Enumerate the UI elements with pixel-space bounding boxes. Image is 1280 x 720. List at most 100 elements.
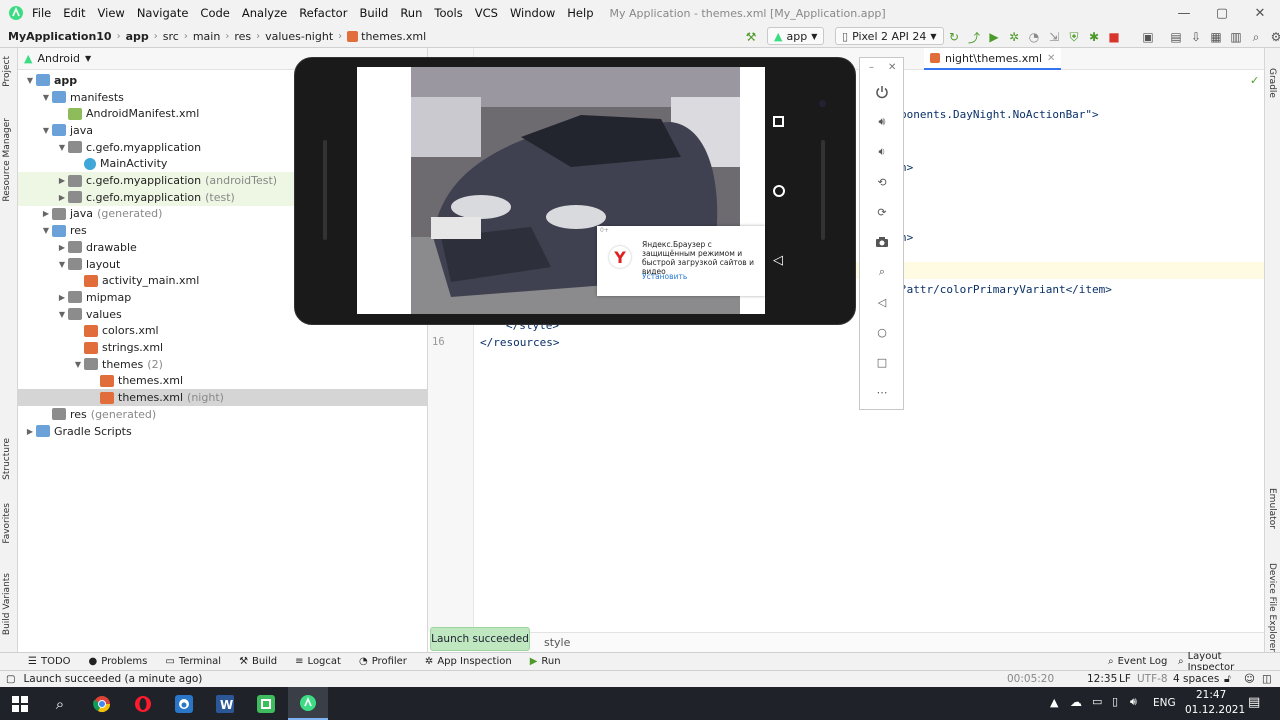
- android-studio-taskbar-icon[interactable]: [288, 687, 328, 720]
- tool-app-inspection[interactable]: ✲ App Inspection: [417, 656, 522, 667]
- sdk-manager-icon[interactable]: ⇩: [1187, 28, 1205, 46]
- tree-item-themes-xml[interactable]: themes.xml (night): [18, 389, 428, 406]
- tree-item-colors-xml[interactable]: colors.xml: [18, 323, 428, 340]
- breadcrumb-app[interactable]: app: [123, 30, 152, 43]
- gradle-tool-tab[interactable]: Gradle: [1267, 68, 1277, 98]
- device-manager-icon[interactable]: ▤: [1167, 28, 1185, 46]
- status-panel-icon[interactable]: ▢: [6, 674, 15, 685]
- home-icon[interactable]: ○: [872, 322, 892, 342]
- keyboard-language[interactable]: ENG: [1153, 697, 1176, 709]
- onedrive-icon[interactable]: ☁: [1070, 695, 1082, 709]
- menu-tools[interactable]: Tools: [428, 0, 468, 26]
- smiley-feedback-icon[interactable]: ☺: [1244, 673, 1255, 685]
- chevron-right-icon[interactable]: ▶: [56, 193, 68, 202]
- back-icon[interactable]: ◁: [872, 292, 892, 312]
- file-encoding[interactable]: UTF-8: [1137, 673, 1168, 685]
- caret-position[interactable]: 12:35: [1087, 673, 1117, 685]
- device-file-explorer-tool-tab[interactable]: Device File Explorer: [1267, 563, 1277, 652]
- emulator-minimize-icon[interactable]: –: [869, 62, 874, 73]
- zoom-icon[interactable]: ⌕: [872, 262, 892, 282]
- breadcrumb-src[interactable]: src: [160, 30, 182, 43]
- avd-manager-icon[interactable]: ▦: [1207, 28, 1225, 46]
- build-variants-tool-tab[interactable]: Build Variants: [2, 573, 12, 635]
- tab-themes-night[interactable]: night\themes.xml ✕: [924, 48, 1062, 70]
- project-structure-icon[interactable]: ▣: [1139, 28, 1157, 46]
- volume-down-icon[interactable]: 🔉︎: [872, 142, 892, 162]
- settings-icon[interactable]: ⚙: [1267, 28, 1280, 46]
- opera-icon[interactable]: [123, 687, 163, 720]
- build-hammer-icon[interactable]: ⚒: [742, 28, 760, 46]
- close-tab-icon[interactable]: ✕: [1047, 53, 1055, 64]
- notifications-icon[interactable]: ▤: [1248, 695, 1260, 710]
- resource-manager-tool-tab[interactable]: Resource Manager: [2, 118, 12, 202]
- ad-install-button[interactable]: Установить: [642, 272, 687, 281]
- breadcrumb-res[interactable]: res: [231, 30, 254, 43]
- volume-icon[interactable]: 🔊︎: [1130, 695, 1137, 709]
- chevron-down-icon[interactable]: ▼: [40, 126, 52, 135]
- more-options-icon[interactable]: ⋯: [872, 382, 892, 402]
- stop-icon[interactable]: ■: [1105, 28, 1123, 46]
- breadcrumb-file[interactable]: themes.xml: [344, 30, 429, 43]
- project-view-select[interactable]: Android: [37, 52, 80, 65]
- line-separator[interactable]: LF: [1119, 673, 1131, 685]
- structure-tool-tab[interactable]: Structure: [2, 438, 12, 480]
- debug-attach-icon[interactable]: ✱: [1085, 28, 1103, 46]
- network-icon[interactable]: ▯: [1112, 695, 1118, 708]
- apply-changes-icon[interactable]: ⤴: [965, 28, 983, 46]
- chevron-down-icon[interactable]: ▼: [40, 226, 52, 235]
- project-tool-tab[interactable]: Project: [2, 56, 12, 87]
- tool-profiler[interactable]: ◔ Profiler: [351, 656, 417, 667]
- volume-up-icon[interactable]: 🔊︎: [872, 112, 892, 132]
- layout-inspector-icon[interactable]: ▥: [1227, 28, 1245, 46]
- tree-item-gradle-scripts[interactable]: ▶ Gradle Scripts: [18, 423, 428, 440]
- word-icon[interactable]: W: [205, 687, 245, 720]
- tree-item-res[interactable]: res (generated): [18, 406, 428, 423]
- menu-navigate[interactable]: Navigate: [131, 0, 195, 26]
- menu-run[interactable]: Run: [394, 0, 428, 26]
- battery-icon[interactable]: ▭: [1092, 695, 1102, 708]
- menu-analyze[interactable]: Analyze: [236, 0, 293, 26]
- windows-start-icon[interactable]: [0, 687, 40, 720]
- breadcrumb-project[interactable]: MyApplication10: [0, 30, 115, 43]
- tree-item-strings-xml[interactable]: strings.xml: [18, 339, 428, 356]
- chevron-down-icon[interactable]: ▼: [24, 76, 36, 85]
- profile-icon[interactable]: ◔: [1025, 28, 1043, 46]
- chevron-right-icon[interactable]: ▶: [40, 209, 52, 218]
- memory-indicator-icon[interactable]: ◫: [1262, 673, 1272, 685]
- screenshot-camera-icon[interactable]: [872, 232, 892, 252]
- menu-code[interactable]: Code: [194, 0, 235, 26]
- tool-run[interactable]: ▶ Run: [522, 656, 571, 667]
- emulator-tool-tab[interactable]: Emulator: [1267, 488, 1277, 529]
- recents-nav-icon[interactable]: [773, 116, 784, 127]
- tool-build[interactable]: ⚒ Build: [231, 656, 287, 667]
- menu-window[interactable]: Window: [504, 0, 561, 26]
- back-nav-icon[interactable]: ◁: [773, 253, 783, 268]
- tool-event-log[interactable]: ⌕ Event Log: [1100, 656, 1177, 667]
- overview-icon[interactable]: □: [872, 352, 892, 372]
- rerun-icon[interactable]: ↻: [945, 28, 963, 46]
- tool-todo[interactable]: ☰ TODO: [0, 656, 81, 667]
- attach-debugger-icon[interactable]: ⇲: [1045, 28, 1063, 46]
- menu-vcs[interactable]: VCS: [469, 0, 504, 26]
- favorites-tool-tab[interactable]: Favorites: [2, 503, 12, 544]
- chevron-down-icon[interactable]: ▼: [56, 143, 68, 152]
- home-nav-icon[interactable]: [773, 185, 785, 197]
- chevron-down-icon[interactable]: ▼: [56, 310, 68, 319]
- menu-file[interactable]: File: [26, 0, 57, 26]
- menu-edit[interactable]: Edit: [57, 0, 91, 26]
- emulator-close-icon[interactable]: ✕: [888, 62, 896, 73]
- breadcrumb-main[interactable]: main: [190, 30, 223, 43]
- clock-time[interactable]: 21:47: [1196, 689, 1226, 701]
- menu-build[interactable]: Build: [353, 0, 394, 26]
- chevron-down-icon[interactable]: ▼: [85, 54, 91, 63]
- chevron-down-icon[interactable]: ▼: [40, 93, 52, 102]
- chevron-down-icon[interactable]: ▼: [56, 260, 68, 269]
- tree-item-themes[interactable]: ▼ themes (2): [18, 356, 428, 373]
- edge-icon[interactable]: [164, 687, 204, 720]
- lock-icon[interactable]: 🔓︎: [1224, 673, 1231, 686]
- excel-icon[interactable]: [246, 687, 286, 720]
- chevron-right-icon[interactable]: ▶: [56, 243, 68, 252]
- chevron-right-icon[interactable]: ▶: [56, 176, 68, 185]
- run-icon[interactable]: ▶: [985, 28, 1003, 46]
- rotate-left-icon[interactable]: ⟲: [872, 172, 892, 192]
